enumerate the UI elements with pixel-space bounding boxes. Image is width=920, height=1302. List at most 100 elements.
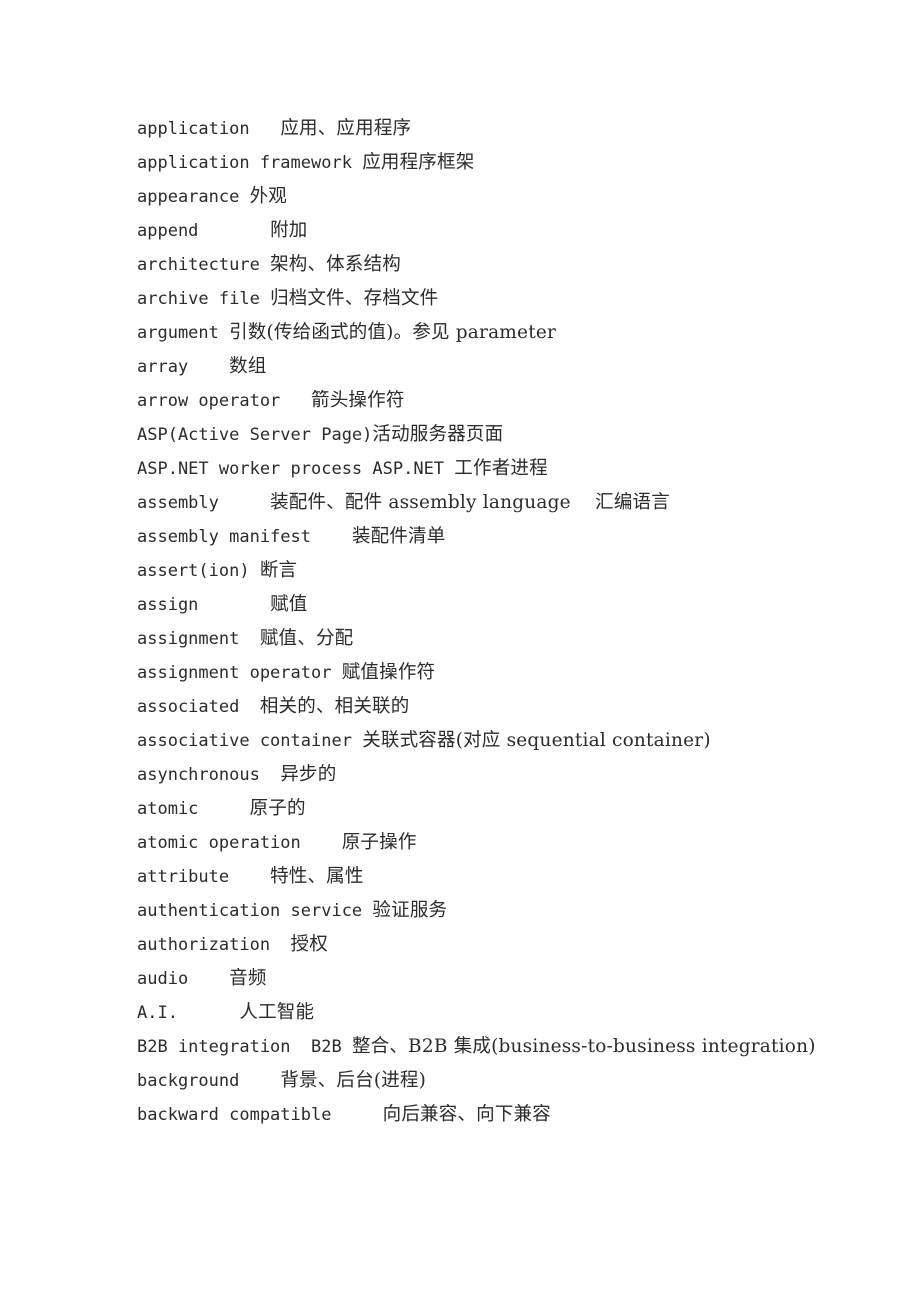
glossary-translation: 引数(传给函式的值)。参见 parameter	[229, 322, 557, 343]
document-page: application 应用、应用程序 application framework…	[0, 0, 920, 1302]
glossary-entry: backward compatible 向后兼容、向下兼容	[137, 1098, 797, 1132]
glossary-term: appearance	[137, 187, 240, 207]
glossary-entry: arrow operator 箭头操作符	[137, 384, 797, 418]
glossary-entry: authorization 授权	[137, 928, 797, 962]
glossary-entry: background 背景、后台(进程)	[137, 1064, 797, 1098]
glossary-term: array	[137, 357, 189, 377]
glossary-gap	[239, 1071, 280, 1091]
glossary-entry: A.I. 人工智能	[137, 996, 797, 1030]
glossary-gap	[352, 731, 362, 751]
glossary-entry: archive file 归档文件、存档文件	[137, 282, 797, 316]
glossary-term: assignment	[137, 629, 240, 649]
glossary-entry: assembly manifest 装配件清单	[137, 520, 797, 554]
glossary-entry: appearance 外观	[137, 180, 797, 214]
glossary-translation: 架构、体系结构	[270, 254, 401, 275]
glossary-term: audio	[137, 969, 189, 989]
glossary-term: associated	[137, 697, 240, 717]
glossary-term: backward compatible	[137, 1105, 332, 1125]
glossary-term: arrow operator	[137, 391, 281, 411]
glossary-term: append	[137, 221, 199, 241]
glossary-entry: associative container 关联式容器(对应 sequentia…	[137, 724, 837, 758]
glossary-gap	[331, 663, 341, 683]
glossary-term: assembly	[137, 493, 219, 513]
glossary-gap	[362, 901, 372, 921]
glossary-entry: assignment operator 赋值操作符	[137, 656, 797, 690]
glossary-translation: 向后兼容、向下兼容	[382, 1104, 551, 1125]
glossary-entry: array 数组	[137, 350, 797, 384]
glossary-term: B2B integration B2B	[137, 1037, 342, 1057]
glossary-term: ASP.NET worker process ASP.NET	[137, 459, 445, 479]
glossary-translation: 背景、后台(进程)	[280, 1070, 427, 1091]
glossary-translation: 人工智能	[239, 1002, 315, 1023]
glossary-translation: 装配件、配件 assembly language 汇编语言	[270, 492, 670, 513]
glossary-term: atomic	[137, 799, 199, 819]
glossary-term: architecture	[137, 255, 260, 275]
glossary-gap	[188, 357, 229, 377]
glossary-entry: architecture 架构、体系结构	[137, 248, 797, 282]
glossary-term: assign	[137, 595, 199, 615]
glossary-translation: 原子的	[249, 798, 306, 819]
glossary-translation: 箭头操作符	[311, 390, 405, 411]
glossary-translation: 附加	[270, 220, 308, 241]
glossary-term: application framework	[137, 153, 352, 173]
glossary-translation: 工作者进程	[454, 458, 548, 479]
glossary-term: associative container	[137, 731, 352, 751]
glossary-term: background	[137, 1071, 240, 1091]
glossary-term: authorization	[137, 935, 271, 955]
glossary-translation: 赋值	[270, 594, 308, 615]
glossary-translation: 装配件清单	[351, 526, 446, 547]
glossary-translation: 整合、B2B 集成(business-to-business integrati…	[351, 1036, 816, 1057]
glossary-entry: application 应用、应用程序	[137, 112, 797, 146]
glossary-entry: atomic 原子的	[137, 792, 797, 826]
glossary-entry: asynchronous 异步的	[137, 758, 797, 792]
glossary-gap	[444, 459, 454, 479]
glossary-translation: 验证服务	[372, 900, 448, 921]
glossary-translation: 外观	[249, 186, 288, 207]
glossary-gap	[239, 697, 259, 717]
glossary-gap	[219, 493, 270, 513]
glossary-term: attribute	[137, 867, 230, 887]
glossary-gap	[342, 1037, 352, 1057]
glossary-term: asynchronous	[137, 765, 260, 785]
glossary-gap	[178, 1003, 239, 1023]
glossary-entry: append 附加	[137, 214, 797, 248]
glossary-entry: ASP.NET worker process ASP.NET 工作者进程	[137, 452, 797, 486]
glossary-gap	[239, 187, 249, 207]
glossary-translation: 特性、属性	[270, 866, 364, 887]
glossary-gap	[260, 289, 270, 309]
glossary-entry: atomic operation 原子操作	[137, 826, 797, 860]
glossary-translation: 赋值操作符	[341, 662, 436, 683]
glossary-entry: authentication service 验证服务	[137, 894, 797, 928]
glossary-term: argument	[137, 323, 219, 343]
glossary-translation: 断言	[259, 560, 298, 581]
glossary-gap	[219, 323, 229, 343]
glossary-translation: 活动服务器页面	[372, 424, 504, 445]
glossary-gap	[280, 391, 311, 411]
glossary-term: atomic operation	[137, 833, 301, 853]
glossary-entry: attribute 特性、属性	[137, 860, 797, 894]
glossary-gap	[250, 119, 281, 139]
glossary-gap	[198, 221, 270, 241]
glossary-gap	[198, 595, 270, 615]
glossary-gap	[260, 765, 280, 785]
glossary-gap	[198, 799, 249, 819]
glossary-translation: 归档文件、存档文件	[270, 288, 439, 309]
glossary-translation: 应用程序框架	[362, 152, 475, 173]
glossary-entry: assign 赋值	[137, 588, 797, 622]
glossary-entry: ASP(Active Server Page)活动服务器页面	[137, 418, 797, 452]
glossary-translation: 异步的	[280, 764, 337, 785]
glossary-term: authentication service	[137, 901, 363, 921]
glossary-entry: assembly 装配件、配件 assembly language 汇编语言	[137, 486, 837, 520]
glossary-translation: 应用、应用程序	[280, 118, 412, 139]
glossary-gap	[311, 527, 352, 547]
glossary-term: application	[137, 119, 250, 139]
glossary-translation: 原子操作	[341, 832, 417, 853]
glossary-gap	[229, 867, 270, 887]
glossary-term: assignment operator	[137, 663, 332, 683]
glossary-entry: argument 引数(传给函式的值)。参见 parameter	[137, 316, 837, 350]
glossary-translation: 相关的、相关联的	[259, 696, 410, 717]
glossary-translation: 数组	[229, 356, 267, 377]
glossary-term: archive file	[137, 289, 260, 309]
glossary-gap	[188, 969, 229, 989]
glossary-entry: assert(ion) 断言	[137, 554, 797, 588]
